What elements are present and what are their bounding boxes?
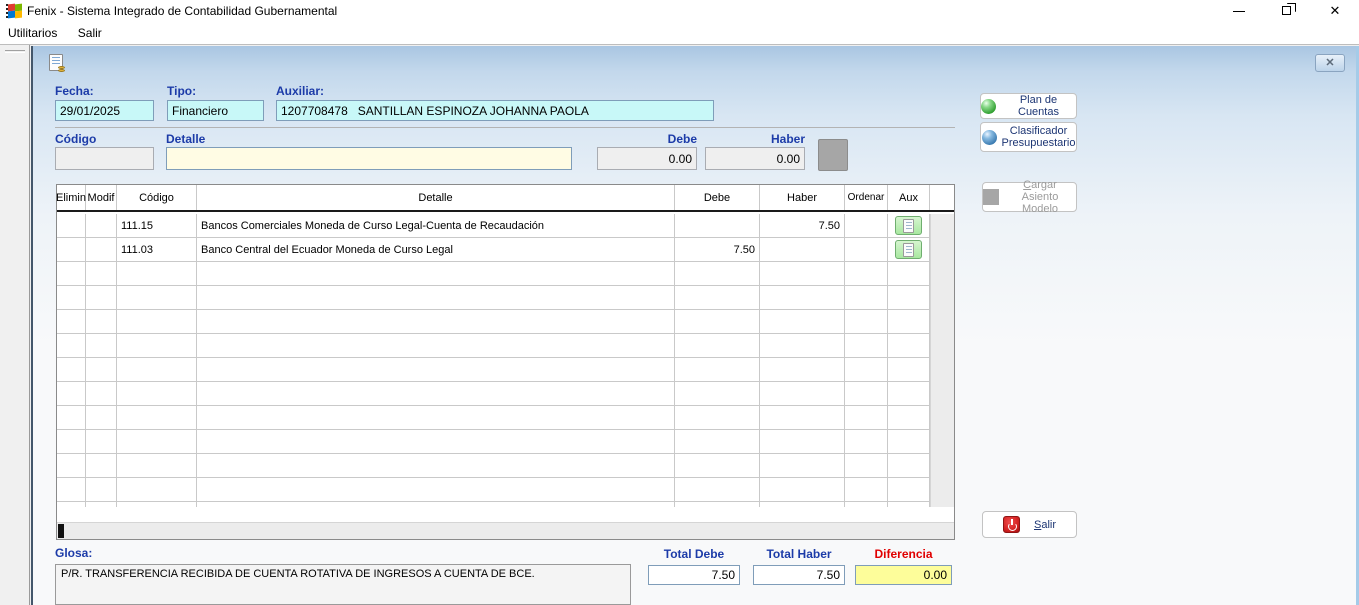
aux-button[interactable] [895,240,922,259]
clasificador-label: Clasificador Presupuestario [1002,125,1076,149]
entries-grid: Elimin Modif Código Detalle Debe Haber O… [56,184,955,540]
table-row-empty[interactable] [57,382,930,406]
grid-horizontal-scrollbar[interactable] [57,522,954,539]
cell-detalle: Banco Central del Ecuador Moneda de Curs… [197,238,675,261]
cell-aux [888,238,930,261]
fecha-input[interactable] [55,100,154,121]
cell-haber [760,238,845,261]
haber-input[interactable] [705,147,805,170]
cell-detalle: Bancos Comerciales Moneda de Curso Legal… [197,214,675,237]
app-window: Fenix - Sistema Integrado de Contabilida… [0,0,1359,605]
salir-label: Salir [1034,519,1056,531]
menu-item-utilitarios[interactable]: Utilitarios [0,22,65,44]
col-header-haber: Haber [760,185,845,210]
blue-sphere-icon [982,130,997,145]
cell-aux [888,214,930,237]
restore-button[interactable] [1270,0,1304,22]
table-row-empty[interactable] [57,430,930,454]
glosa-textarea[interactable]: P/R. TRANSFERENCIA RECIBIDA DE CUENTA RO… [55,564,631,605]
fecha-label: Fecha: [55,84,94,98]
salir-button[interactable]: Salir [982,511,1077,538]
app-logo-icon [6,3,22,19]
debe-label: Debe [597,132,697,146]
col-header-aux: Aux [888,185,930,210]
table-row-empty[interactable] [57,334,930,358]
table-row-empty[interactable] [57,286,930,310]
menu-bar: Utilitarios Salir [0,22,1359,44]
cell-modif[interactable] [86,214,117,237]
col-header-debe: Debe [675,185,760,210]
minimize-button[interactable] [1222,0,1256,22]
diferencia-input[interactable] [855,565,952,585]
detalle-label: Detalle [166,132,205,146]
table-row-empty[interactable] [57,310,930,334]
glosa-label: Glosa: [55,546,92,560]
green-sphere-icon [981,99,996,114]
tipo-label: Tipo: [167,84,196,98]
col-header-ordenar: Ordenar [845,185,888,210]
document-icon [903,219,914,233]
cell-codigo: 111.03 [117,238,197,261]
table-row-empty[interactable] [57,454,930,478]
cell-debe [675,214,760,237]
grid-vertical-scrollbar[interactable] [930,214,954,507]
gray-square-icon [983,189,999,205]
minimize-icon [1233,11,1245,12]
plan-de-cuentas-label: Plan de Cuentas [1001,94,1076,118]
aux-button[interactable] [895,216,922,235]
debe-input[interactable] [597,147,697,170]
cargar-asiento-modelo-button[interactable]: Cargar Asiento Modelo [982,182,1077,212]
col-header-detalle: Detalle [197,185,675,210]
col-header-modif: Modif [86,185,117,210]
cell-ordenar [845,214,888,237]
col-header-elimin: Elimin [57,185,86,210]
cargar-asiento-label: Cargar Asiento Modelo [1004,179,1076,215]
cell-modif[interactable] [86,238,117,261]
cell-elimin[interactable] [57,214,86,237]
detalle-input[interactable] [166,147,572,170]
total-haber-input[interactable] [753,565,845,585]
table-row-empty[interactable] [57,358,930,382]
cell-ordenar [845,238,888,261]
power-icon [1003,516,1020,533]
codigo-input[interactable] [55,147,154,170]
close-button[interactable]: ✕ [1318,0,1352,22]
separator-line [55,127,955,128]
total-debe-label: Total Debe [648,547,740,561]
grid-header-row: Elimin Modif Código Detalle Debe Haber O… [57,185,954,212]
col-header-codigo: Código [117,185,197,210]
scrollbar-thumb[interactable] [58,524,64,538]
plan-de-cuentas-button[interactable]: Plan de Cuentas [980,93,1077,119]
diferencia-label: Diferencia [855,547,952,561]
splitter-grip[interactable] [5,50,25,53]
table-row[interactable]: 111.03 Banco Central del Ecuador Moneda … [57,238,930,262]
table-row-empty[interactable] [57,502,930,507]
menu-item-salir[interactable]: Salir [70,22,110,44]
table-row-empty[interactable] [57,478,930,502]
table-row-empty[interactable] [57,262,930,286]
close-icon: ✕ [1318,0,1352,22]
cell-debe: 7.50 [675,238,760,261]
inner-window-close-button[interactable]: ✕ [1315,54,1345,72]
table-row[interactable]: 111.15 Bancos Comerciales Moneda de Curs… [57,214,930,238]
window-title: Fenix - Sistema Integrado de Contabilida… [27,0,337,22]
cell-haber: 7.50 [760,214,845,237]
cell-elimin[interactable] [57,238,86,261]
window-titlebar: Fenix - Sistema Integrado de Contabilida… [0,0,1359,22]
cell-codigo: 111.15 [117,214,197,237]
gray-action-button[interactable] [818,139,848,171]
total-debe-input[interactable] [648,565,740,585]
ledger-document-icon [49,54,63,71]
clasificador-presupuestario-button[interactable]: Clasificador Presupuestario [980,122,1077,152]
auxiliar-input[interactable] [276,100,714,121]
haber-label: Haber [705,132,805,146]
document-icon [903,243,914,257]
total-haber-label: Total Haber [753,547,845,561]
tipo-input[interactable] [167,100,264,121]
restore-icon [1282,6,1291,15]
codigo-label: Código [55,132,96,146]
auxiliar-label: Auxiliar: [276,84,324,98]
table-row-empty[interactable] [57,406,930,430]
side-splitter-panel[interactable] [0,45,30,605]
